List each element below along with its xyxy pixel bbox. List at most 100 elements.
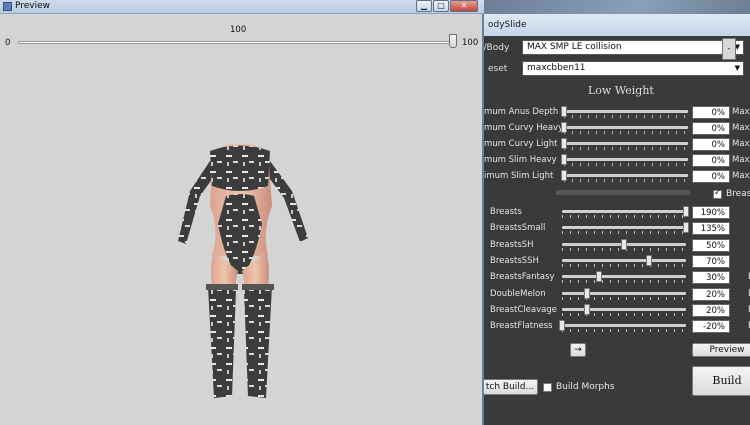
slider-ticks (564, 115, 688, 118)
breast-slider-row: BreastsSSH 70% (470, 254, 750, 270)
slider-ticks (562, 263, 686, 267)
slider-track[interactable] (562, 258, 686, 262)
slider-ticks (562, 231, 686, 235)
slider-value-field[interactable]: 0% (692, 122, 730, 135)
outfit-select[interactable]: MAX SMP LE collision ▼ (522, 40, 744, 55)
slider-ticks (562, 215, 686, 218)
low-weight-slider-row: mum Anus Depth 0% Maxi (470, 105, 750, 121)
slider-thumb[interactable] (621, 238, 627, 250)
breast-slider-row: BreastCleavage20%B (470, 303, 750, 319)
breasts-section-label: Breas (726, 189, 750, 199)
slider-track[interactable] (562, 324, 686, 328)
preset-select[interactable]: maxcbben11 ▼ (522, 61, 744, 76)
close-icon[interactable]: ✕ (450, 0, 478, 12)
preset-select-value: maxcbben11 (527, 63, 586, 73)
character-model-render (178, 143, 308, 398)
weight-slider-thumb[interactable] (449, 34, 457, 48)
slider-name: BreastsSH (490, 239, 534, 250)
breast-slider-row: BreastsFantasy30%B (470, 270, 750, 286)
chevron-down-icon: ▼ (734, 64, 740, 72)
slider-thumb[interactable] (561, 138, 567, 149)
slider-value-field[interactable]: 70% (692, 254, 730, 268)
slider-ticks (564, 163, 688, 166)
arrow-button[interactable]: → (570, 343, 586, 357)
slider-name: BreastsFantasy (490, 272, 555, 283)
weight-slider-max: 100 (462, 38, 479, 48)
slider-value-field[interactable]: 50% (692, 238, 730, 252)
slider-name: imum Slim Light (484, 171, 554, 181)
slider-name: DoubleMelon (490, 288, 546, 299)
slider-thumb[interactable] (645, 254, 652, 266)
slider-thumb[interactable] (596, 271, 603, 283)
slider-track[interactable] (564, 110, 688, 113)
slider-track[interactable] (564, 158, 688, 161)
slider-value-field[interactable]: -20% (692, 320, 730, 334)
breast-slider-row: BreastFlatness-20%B (470, 319, 750, 335)
slider-ticks (564, 131, 688, 134)
slider-ticks (564, 179, 688, 182)
low-weight-heading: Low Weight (588, 84, 654, 97)
weight-slider-min: 0 (5, 38, 11, 48)
slider-ticks (562, 329, 686, 333)
slider-value-field[interactable]: 190% (692, 206, 730, 219)
slider-max-label: Max (732, 171, 750, 181)
preview-button[interactable]: Preview (692, 343, 750, 357)
slider-track[interactable] (564, 142, 688, 145)
slider-name: BreastCleavage (490, 304, 557, 315)
slider-thumb[interactable] (561, 154, 567, 165)
slider-value-field[interactable]: 0% (692, 138, 730, 151)
build-morphs-label: Build Morphs (556, 382, 615, 392)
slider-value-field[interactable]: 0% (692, 170, 730, 183)
weight-slider-value: 100 (230, 25, 247, 35)
slider-track[interactable] (562, 307, 686, 311)
slider-name: BreastFlatness (490, 321, 553, 332)
slider-thumb[interactable] (583, 303, 590, 315)
slider-name: Breasts (490, 207, 522, 217)
slider-name: mum Curvy Heavy (484, 123, 564, 133)
weight-slider-track[interactable] (18, 41, 456, 44)
preset-label: eset (488, 64, 508, 74)
slider-thumb[interactable] (583, 287, 590, 299)
slider-name: mum Slim Heavy (484, 155, 557, 165)
slider-value-field[interactable]: 20% (692, 303, 730, 317)
breasts-section-checkbox[interactable] (713, 188, 722, 199)
minimize-icon[interactable]: ▁ (416, 0, 432, 12)
slider-track[interactable] (562, 226, 686, 230)
slider-ticks (564, 147, 688, 150)
breast-slider-row: DoubleMelon20%D (470, 287, 750, 303)
batch-build-button[interactable]: tch Build... (482, 379, 538, 395)
slider-thumb[interactable] (559, 320, 565, 332)
build-button[interactable]: Build (692, 366, 750, 396)
slider-value-field[interactable]: 0% (692, 154, 730, 167)
slider-value-field[interactable]: 20% (692, 287, 730, 301)
slider-name: mum Anus Depth (484, 107, 559, 117)
slider-thumb[interactable] (561, 106, 567, 117)
slider-thumb[interactable] (683, 222, 689, 234)
slider-value-field[interactable]: 30% (692, 271, 730, 285)
maximize-icon[interactable]: □ (433, 0, 449, 12)
slider-track[interactable] (562, 291, 686, 295)
slider-track[interactable] (564, 126, 688, 129)
slider-thumb[interactable] (561, 170, 567, 181)
preview-title: Preview (15, 1, 51, 11)
slider-max-label: Maxi (732, 139, 750, 149)
slider-max-label: Maxi (732, 123, 750, 133)
bodyslide-titlebar[interactable]: odySlide (470, 14, 750, 36)
slider-thumb[interactable] (561, 122, 567, 133)
slider-max-label: Maxi (732, 155, 750, 165)
slider-thumb[interactable] (683, 206, 689, 217)
outfit-label: t/Body (480, 43, 510, 53)
slider-name: BreastsSmall (490, 223, 546, 234)
slider-name: mum Curvy Light (484, 139, 558, 149)
3d-preview-viewport[interactable] (0, 56, 482, 425)
outfit-side-button[interactable]: - (722, 38, 736, 60)
slider-value-field[interactable]: 0% (692, 106, 730, 119)
slider-track[interactable] (564, 174, 688, 177)
preview-titlebar[interactable]: Preview ▁ □ ✕ (0, 0, 484, 14)
build-morphs-checkbox[interactable] (543, 383, 552, 392)
slider-track[interactable] (562, 275, 686, 279)
desktop: odySlide t/Body MAX SMP LE collision ▼ -… (0, 0, 750, 425)
slider-value-field[interactable]: 135% (692, 222, 730, 236)
slider-track[interactable] (562, 210, 686, 213)
low-weight-slider-row: mum Curvy Heavy 0% Maxi (470, 121, 750, 137)
